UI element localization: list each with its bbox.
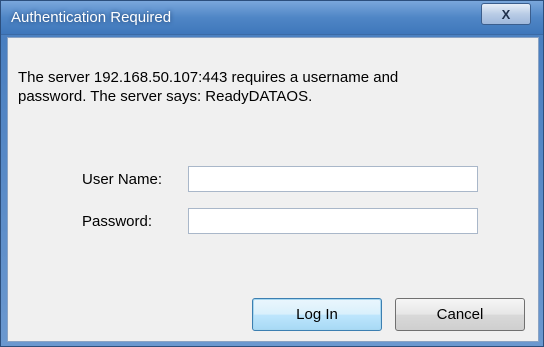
password-input[interactable] bbox=[188, 208, 478, 234]
dialog-title: Authentication Required bbox=[11, 9, 172, 26]
username-input[interactable] bbox=[188, 166, 478, 192]
dialog-body: The server 192.168.50.107:443 requires a… bbox=[7, 37, 539, 342]
title-bar[interactable]: Authentication Required X bbox=[1, 1, 543, 35]
auth-message-line-1: The server 192.168.50.107:443 requires a… bbox=[18, 69, 399, 86]
auth-dialog: Authentication Required X The server 192… bbox=[0, 0, 544, 347]
login-button[interactable]: Log In bbox=[252, 298, 382, 331]
password-label: Password: bbox=[82, 213, 153, 230]
auth-message: The server 192.168.50.107:443 requires a… bbox=[18, 68, 518, 106]
username-label: User Name: bbox=[82, 171, 163, 188]
cancel-button[interactable]: Cancel bbox=[395, 298, 525, 331]
auth-message-line-2: password. The server says: ReadyDATAOS. bbox=[18, 88, 313, 105]
close-button[interactable]: X bbox=[481, 3, 531, 25]
close-icon: X bbox=[501, 6, 511, 22]
